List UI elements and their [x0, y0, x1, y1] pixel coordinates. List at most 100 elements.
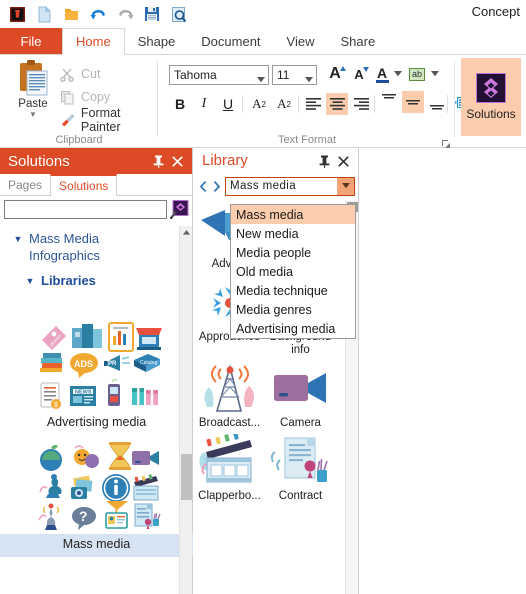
font-family-combo[interactable]: Tahoma — [169, 65, 269, 85]
tree-node-mass-media-infographics[interactable]: ▼ Mass Media Infographics — [0, 228, 192, 266]
tab-solutions[interactable]: Solutions — [50, 174, 118, 196]
dropdown-option-old-media[interactable]: Old media — [231, 262, 355, 281]
paste-dropdown-caret[interactable]: ▼ — [29, 111, 37, 119]
library-shape-broadcast[interactable]: Broadcast... — [194, 361, 265, 434]
ribbon: Paste ▼ Cut Copy Format Painter Clipboar… — [0, 55, 526, 148]
caret-down-icon — [363, 67, 369, 72]
separator — [374, 95, 375, 113]
library-combo[interactable]: Mass media — [225, 176, 355, 196]
underline-button[interactable]: U — [217, 93, 239, 115]
application-window: Concept File Home Shape Document View Sh… — [0, 0, 526, 594]
search-input[interactable] — [4, 199, 167, 219]
search-solutions-icon[interactable] — [170, 199, 189, 219]
chevron-down-icon[interactable] — [337, 177, 354, 195]
solutions-label: Solutions — [466, 107, 516, 121]
tab-document[interactable]: Document — [188, 28, 273, 54]
tree-node-label: Mass Media Infographics — [29, 231, 100, 263]
preview-button[interactable] — [168, 3, 190, 25]
chevron-right-icon[interactable] — [211, 177, 223, 195]
dropdown-option-media-people[interactable]: Media people — [231, 243, 355, 262]
scroll-up-arrow[interactable] — [180, 226, 193, 239]
library-shape-clapperboard[interactable]: Clapperbo... — [194, 434, 265, 507]
shrink-font-button[interactable]: A — [348, 63, 370, 85]
tree-node-libraries[interactable]: ▼ Libraries — [0, 266, 192, 291]
solution-thumb-mass-media[interactable]: ? Mass media — [0, 442, 193, 557]
highlight-color-dropdown[interactable] — [429, 67, 440, 81]
dropdown-option-media-technique[interactable]: Media technique — [231, 281, 355, 300]
chevron-down-icon — [305, 72, 313, 86]
bold-button[interactable]: B — [169, 93, 191, 115]
solution-thumb-advertising-media[interactable]: promo ADS PR Catalog $ NEWS Advertising … — [0, 320, 193, 435]
library-panel-title: Library — [202, 152, 248, 169]
cut-label: Cut — [81, 67, 101, 81]
redo-button[interactable] — [114, 3, 136, 25]
undo-button[interactable] — [87, 3, 109, 25]
chevron-down-icon[interactable]: ▼ — [12, 230, 24, 244]
italic-button[interactable]: I — [193, 93, 215, 115]
ribbon-tabstrip: File Home Shape Document View Share — [0, 28, 526, 55]
font-family-value: Tahoma — [174, 68, 217, 82]
paste-label: Paste — [18, 98, 48, 110]
subscript-label: A — [277, 96, 287, 111]
solution-thumb-caption: Mass media — [0, 534, 193, 557]
grow-font-button[interactable]: A — [324, 63, 346, 85]
align-middle-button[interactable] — [402, 91, 424, 113]
format-painter-button[interactable]: Format Painter — [60, 106, 158, 134]
new-document-button[interactable] — [33, 3, 55, 25]
copy-button[interactable]: Copy — [60, 86, 110, 108]
open-folder-button[interactable] — [60, 3, 82, 25]
pin-icon[interactable] — [150, 152, 166, 170]
library-combo-dropdown[interactable]: Mass media New media Media people Old me… — [230, 204, 356, 339]
pin-icon[interactable] — [316, 152, 332, 170]
broadcast-tower-icon — [194, 361, 265, 417]
chevron-down-icon[interactable]: ▼ — [24, 272, 36, 286]
dropdown-option-new-media[interactable]: New media — [231, 224, 355, 243]
quick-access-toolbar: Concept — [0, 0, 526, 28]
library-shape-contract[interactable]: Contract — [265, 434, 336, 507]
dropdown-option-mass-media[interactable]: Mass media — [231, 205, 355, 224]
font-color-button[interactable]: A — [372, 63, 392, 85]
tab-shape[interactable]: Shape — [125, 28, 189, 54]
library-shape-camera[interactable]: Camera — [265, 361, 336, 434]
italic-label: I — [201, 96, 207, 111]
superscript-button[interactable]: A2 — [247, 93, 271, 115]
clapperboard-icon — [194, 434, 265, 490]
dropdown-option-advertising-media[interactable]: Advertising media — [231, 319, 355, 338]
font-color-dropdown[interactable] — [392, 67, 403, 81]
tab-share[interactable]: Share — [327, 28, 388, 54]
scrollbar-thumb[interactable] — [181, 454, 192, 500]
tab-pages[interactable]: Pages — [0, 174, 50, 195]
tab-file[interactable]: File — [0, 28, 62, 54]
solutions-panel-scrollbar[interactable] — [179, 226, 192, 594]
solutions-button[interactable]: Solutions — [461, 58, 521, 136]
tab-view[interactable]: View — [274, 28, 328, 54]
document-canvas[interactable] — [360, 148, 526, 594]
solutions-search-row — [0, 196, 192, 222]
subscript-button[interactable]: A2 — [272, 93, 296, 115]
save-button[interactable] — [141, 3, 163, 25]
text-format-dialog-launcher[interactable] — [441, 136, 451, 148]
align-center-button[interactable] — [326, 93, 348, 115]
highlight-color-button[interactable]: ab — [406, 63, 428, 85]
tab-home[interactable]: Home — [62, 28, 125, 55]
clipboard-group-label: Clipboard — [55, 134, 103, 146]
close-icon[interactable] — [169, 152, 185, 170]
align-bottom-button[interactable] — [426, 99, 448, 113]
close-icon[interactable] — [335, 152, 351, 170]
tree-node-label: Libraries — [41, 273, 96, 288]
library-shape-caption: Camera — [280, 417, 321, 429]
library-panel-title-bar: Library — [194, 148, 358, 174]
dropdown-option-media-genres[interactable]: Media genres — [231, 300, 355, 319]
cut-button[interactable]: Cut — [60, 63, 100, 85]
align-right-button[interactable] — [350, 93, 372, 115]
paste-button[interactable]: Paste ▼ — [10, 59, 56, 133]
align-top-button[interactable] — [378, 91, 400, 105]
subscript-index: 2 — [286, 99, 291, 109]
ribbon-group-clipboard: Paste ▼ Cut Copy Format Painter Clipboar… — [0, 55, 158, 148]
chevron-left-icon[interactable] — [197, 177, 209, 195]
separator — [298, 95, 299, 113]
align-left-button[interactable] — [302, 93, 324, 115]
app-icon[interactable] — [6, 3, 28, 25]
chevron-down-icon — [257, 72, 265, 86]
font-size-combo[interactable]: 11 — [272, 65, 317, 85]
